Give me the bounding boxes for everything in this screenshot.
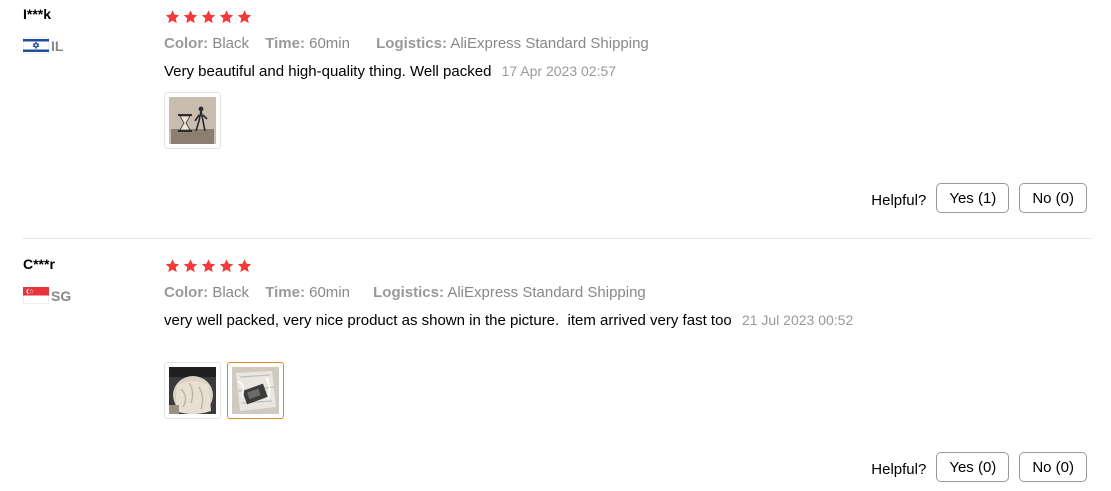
reviewer-name: C***r xyxy=(23,256,55,272)
time-label: Time: xyxy=(265,284,305,301)
color-info: Color: Black xyxy=(164,35,249,52)
logistics-info: Logistics: AliExpress Standard Shipping xyxy=(376,35,649,52)
review-date: 17 Apr 2023 02:57 xyxy=(501,63,617,79)
logistics-info: Logistics: AliExpress Standard Shipping xyxy=(373,284,646,301)
review-item: C***r SG Color: Black Time: 60min Logist… xyxy=(0,240,1111,491)
star-icon xyxy=(201,10,216,24)
logistics-label: Logistics: xyxy=(373,284,444,301)
israel-flag-icon xyxy=(23,37,49,54)
review-photos xyxy=(164,362,284,419)
star-icon xyxy=(183,10,198,24)
helpful-label: Helpful? xyxy=(871,460,927,478)
color-value: Black xyxy=(212,35,250,52)
reviewer-country: IL xyxy=(23,37,63,54)
star-icon xyxy=(237,259,252,273)
color-value: Black xyxy=(212,284,250,301)
review-photo-thumbnail-selected[interactable] xyxy=(227,362,284,419)
country-code: IL xyxy=(51,37,64,54)
time-info: Time: 60min xyxy=(265,284,350,301)
star-icon xyxy=(165,10,180,24)
helpful-votes: Helpful? Yes (1) No (0) xyxy=(871,183,1087,213)
singapore-flag-icon xyxy=(23,287,49,304)
review-photo-thumbnail[interactable] xyxy=(164,362,221,419)
star-icon xyxy=(219,10,234,24)
helpful-label: Helpful? xyxy=(871,191,927,209)
helpful-votes: Helpful? Yes (0) No (0) xyxy=(871,452,1087,482)
reviewer-name: I***k xyxy=(23,6,52,22)
star-icon xyxy=(201,259,216,273)
packaging-photo-icon xyxy=(169,367,216,414)
color-label: Color: xyxy=(164,35,209,52)
hourglass-photo-icon xyxy=(169,97,216,144)
rating-stars xyxy=(164,258,253,274)
star-icon xyxy=(165,259,180,273)
helpful-no-button[interactable]: No (0) xyxy=(1019,452,1087,482)
logistics-label: Logistics: xyxy=(376,35,447,52)
helpful-yes-button[interactable]: Yes (0) xyxy=(936,452,1010,482)
review-photo-thumbnail[interactable] xyxy=(164,92,221,149)
logistics-value: AliExpress Standard Shipping xyxy=(450,35,649,52)
rating-stars xyxy=(164,9,253,25)
country-code: SG xyxy=(51,287,72,304)
time-label: Time: xyxy=(265,35,305,52)
review-photos xyxy=(164,92,221,149)
color-info: Color: Black xyxy=(164,284,249,301)
logistics-value: AliExpress Standard Shipping xyxy=(447,284,646,301)
review-item: I***k IL Color: Black Time: 60min Logist… xyxy=(0,0,1111,240)
review-text: Very beautiful and high-quality thing. W… xyxy=(164,63,616,80)
time-value: 60min xyxy=(309,35,350,52)
helpful-yes-button[interactable]: Yes (1) xyxy=(936,183,1010,213)
review-divider xyxy=(22,238,1091,239)
review-body: very well packed, very nice product as s… xyxy=(164,312,732,329)
star-icon xyxy=(183,259,198,273)
time-value: 60min xyxy=(309,284,350,301)
review-text: very well packed, very nice product as s… xyxy=(164,312,853,329)
order-info: Color: Black Time: 60min Logistics: AliE… xyxy=(164,284,646,301)
color-label: Color: xyxy=(164,284,209,301)
star-icon xyxy=(219,259,234,273)
reviewer-country: SG xyxy=(23,287,71,304)
helpful-no-button[interactable]: No (0) xyxy=(1019,183,1087,213)
star-icon xyxy=(237,10,252,24)
wrapped-product-photo-icon xyxy=(232,367,279,414)
time-info: Time: 60min xyxy=(265,35,350,52)
order-info: Color: Black Time: 60min Logistics: AliE… xyxy=(164,35,649,52)
review-body: Very beautiful and high-quality thing. W… xyxy=(164,63,492,80)
review-date: 21 Jul 2023 00:52 xyxy=(741,312,854,328)
